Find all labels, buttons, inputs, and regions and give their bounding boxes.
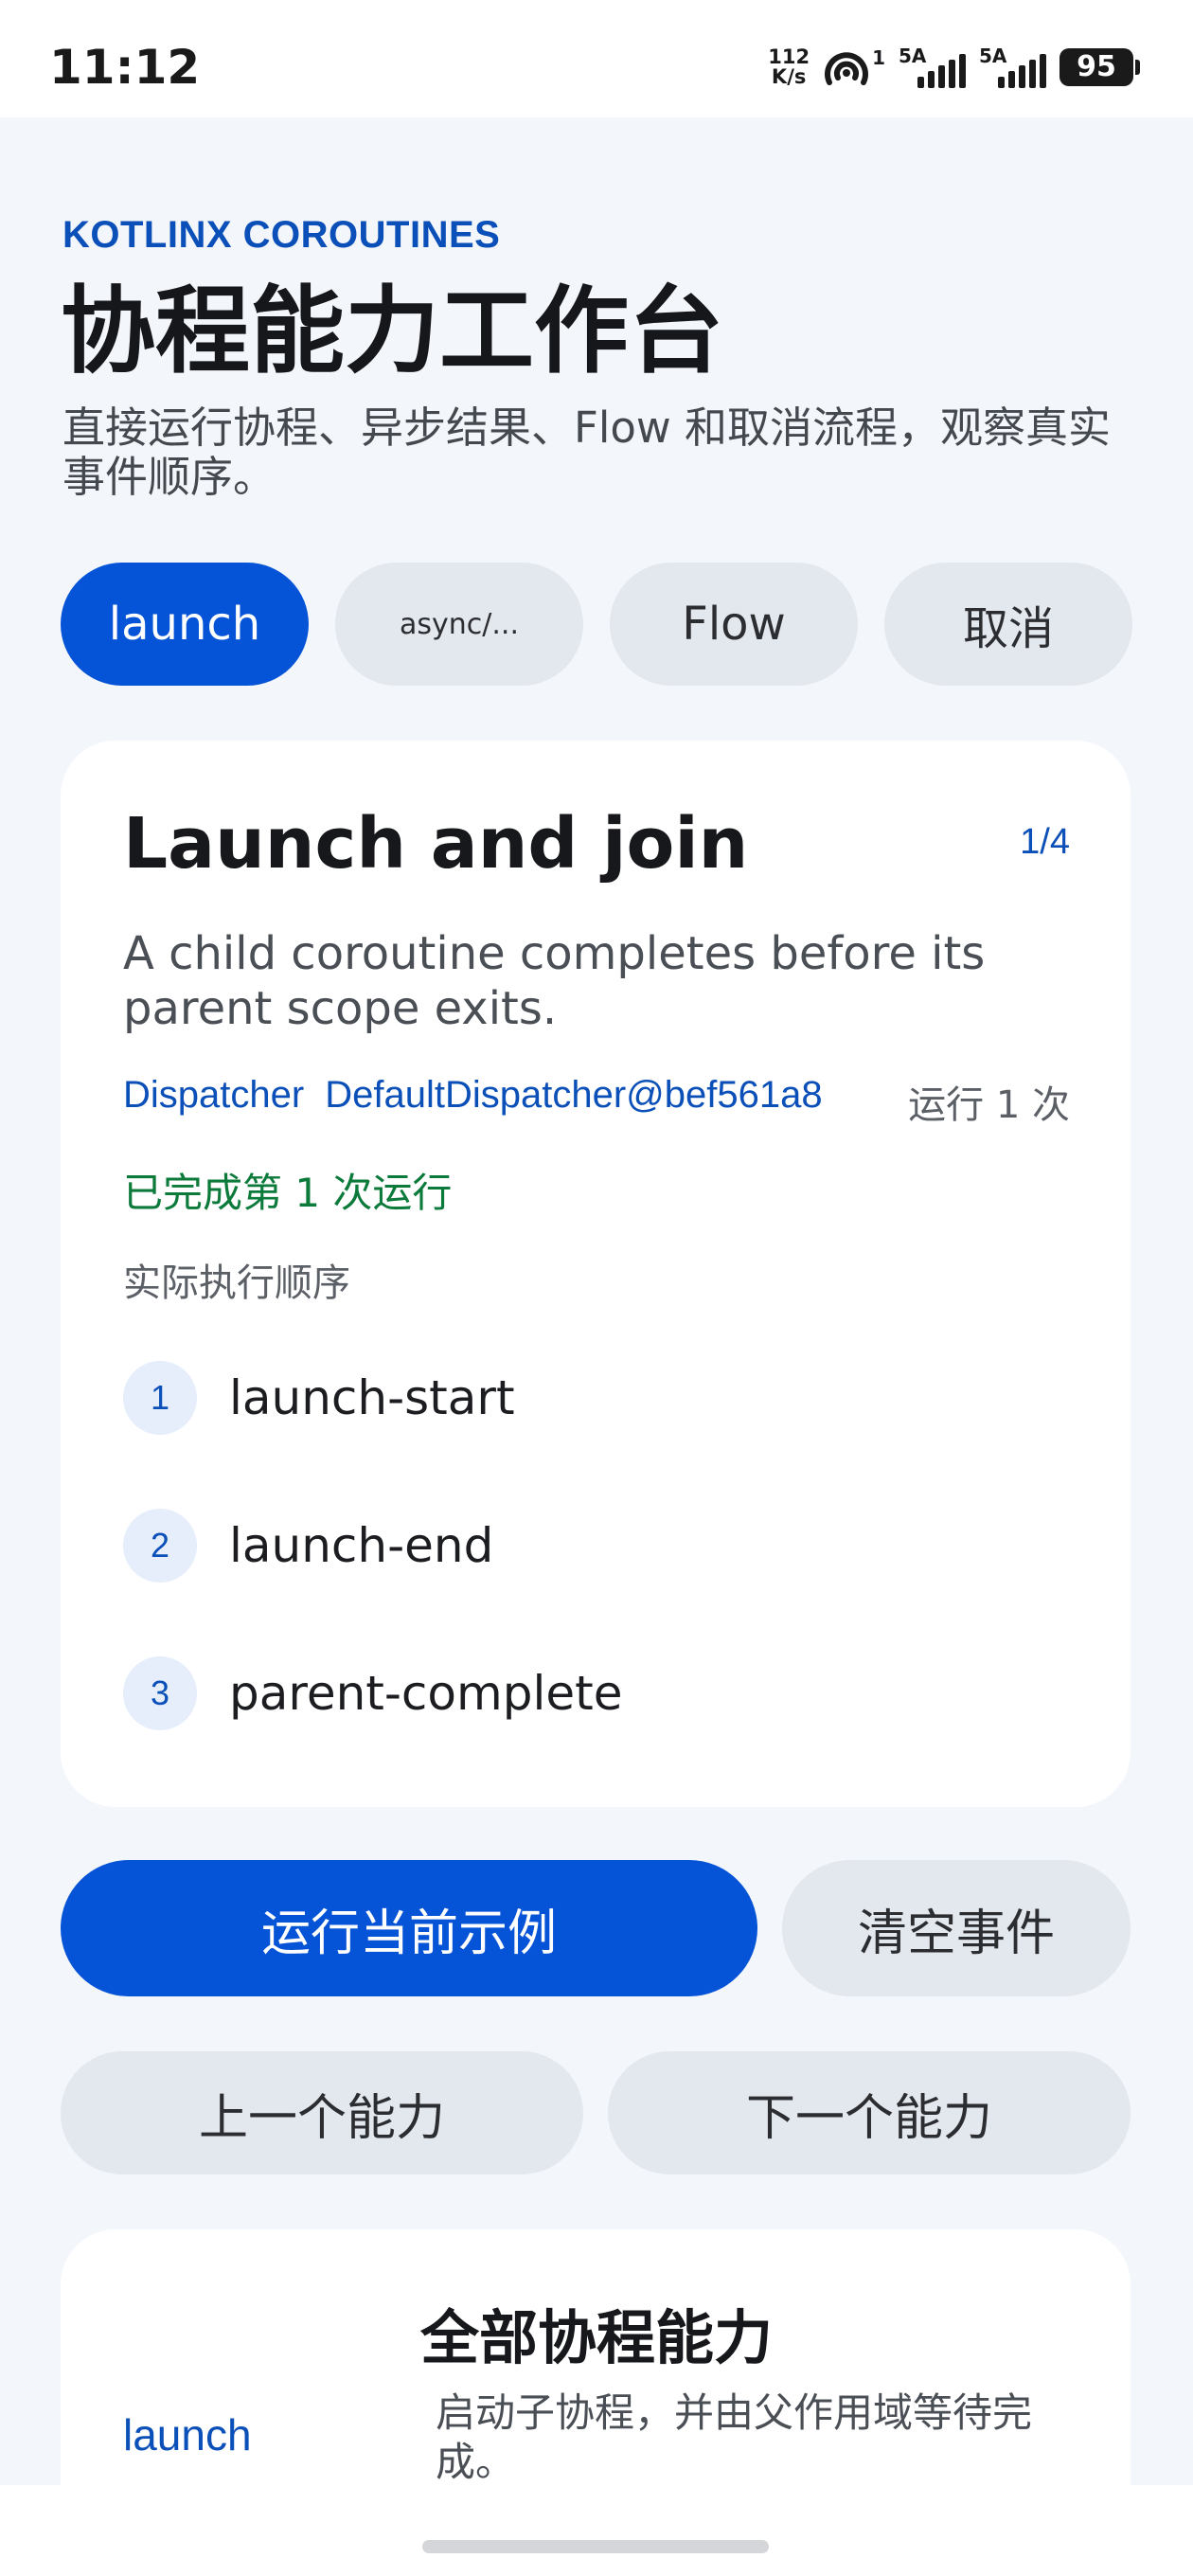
tab-async[interactable]: async/... xyxy=(335,563,583,686)
home-indicator[interactable] xyxy=(422,2540,769,2553)
card-description: A child coroutine completes before its p… xyxy=(123,927,986,1035)
status-time: 11:12 xyxy=(49,40,201,95)
signal-icon-2: 5A xyxy=(979,45,1046,88)
event-index: 2 xyxy=(123,1509,197,1583)
list-item: 1 launch-start xyxy=(123,1360,622,1436)
hotspot-icon: 1 xyxy=(823,46,885,88)
run-status: 已完成第 1 次运行 xyxy=(123,1170,453,1216)
page-title: 协程能力工作台 xyxy=(61,276,723,386)
event-name: launch-start xyxy=(229,1370,515,1425)
all-capabilities-title: 全部协程能力 xyxy=(420,2303,774,2372)
previous-capability-button[interactable]: 上一个能力 xyxy=(61,2051,583,2174)
page-subtitle: 直接运行协程、异步结果、Flow 和取消流程，观察真实事件顺序。 xyxy=(62,402,1112,502)
status-bar: 11:12 112 K/s 1 5A 5A 95 xyxy=(0,0,1193,117)
run-example-button[interactable]: 运行当前示例 xyxy=(61,1860,757,1996)
event-name: parent-complete xyxy=(229,1666,623,1721)
signal-icon: 5A xyxy=(899,45,966,88)
tab-flow[interactable]: Flow xyxy=(610,563,858,686)
order-label: 实际执行顺序 xyxy=(123,1261,350,1305)
network-speed: 112 K/s xyxy=(768,47,810,87)
network-speed-unit: K/s xyxy=(771,65,807,88)
tab-launch[interactable]: launch xyxy=(61,563,309,686)
overline-label: KOTLINX COROUTINES xyxy=(62,214,501,256)
dispatcher-info: Dispatcher DefaultDispatcher@bef561a8 xyxy=(123,1074,823,1117)
event-index: 1 xyxy=(123,1361,197,1435)
sim2-label: 5A xyxy=(979,45,1007,67)
event-list: 1 launch-start 2 launch-end 3 parent-com… xyxy=(123,1360,622,1803)
status-icons: 112 K/s 1 5A 5A 95 xyxy=(768,44,1140,91)
event-index: 3 xyxy=(123,1656,197,1730)
network-speed-value: 112 xyxy=(768,45,810,68)
navigation-bar xyxy=(0,2485,1193,2576)
next-capability-button[interactable]: 下一个能力 xyxy=(608,2051,1131,2174)
capability-tabs: launch async/... Flow 取消 xyxy=(61,563,1132,686)
battery-icon: 95 xyxy=(1059,48,1140,86)
capability-card: Launch and join 1/4 A child coroutine co… xyxy=(61,741,1131,1807)
list-item: 2 launch-end xyxy=(123,1508,622,1583)
capability-item-description: 启动子协程，并由父作用域等待完成。 xyxy=(436,2389,1033,2485)
event-name: launch-end xyxy=(229,1518,494,1573)
dispatcher-value: DefaultDispatcher@bef561a8 xyxy=(325,1074,823,1116)
list-item: 3 parent-complete xyxy=(123,1655,622,1731)
card-title: Launch and join xyxy=(123,803,749,885)
run-count: 运行 1 次 xyxy=(908,1083,1070,1127)
capability-item-launch[interactable]: launch xyxy=(123,2409,252,2460)
sim1-label: 5A xyxy=(899,45,927,67)
clear-events-button[interactable]: 清空事件 xyxy=(782,1860,1131,1996)
tab-cancel[interactable]: 取消 xyxy=(884,563,1132,686)
card-counter: 1/4 xyxy=(1020,822,1070,862)
hotspot-count: 1 xyxy=(872,46,885,69)
dispatcher-label: Dispatcher xyxy=(123,1074,305,1116)
battery-level: 95 xyxy=(1059,48,1133,86)
